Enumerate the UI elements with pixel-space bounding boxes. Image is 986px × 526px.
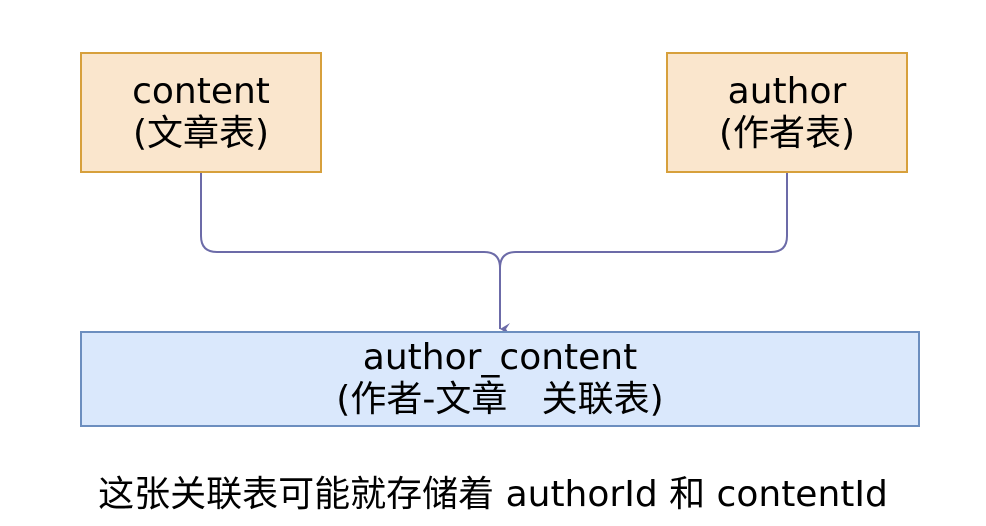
join-table-subtitle: (作者-文章 关联表) — [336, 379, 664, 420]
content-table-subtitle: (文章表) — [132, 112, 270, 154]
author-table-name: author — [727, 70, 847, 112]
join-table-name: author_content — [362, 337, 638, 378]
content-table-name: content — [132, 70, 270, 112]
diagram-caption: 这张关联表可能就存储着 authorId 和 contentId — [98, 474, 888, 515]
author-table-subtitle: (作者表) — [718, 112, 856, 154]
author-table-node: author (作者表) — [666, 52, 908, 173]
content-table-node: content (文章表) — [80, 52, 322, 173]
connector-content-to-join — [200, 173, 510, 335]
author-content-join-node: author_content (作者-文章 关联表) — [80, 331, 920, 427]
connector-author-to-join — [499, 173, 788, 269]
